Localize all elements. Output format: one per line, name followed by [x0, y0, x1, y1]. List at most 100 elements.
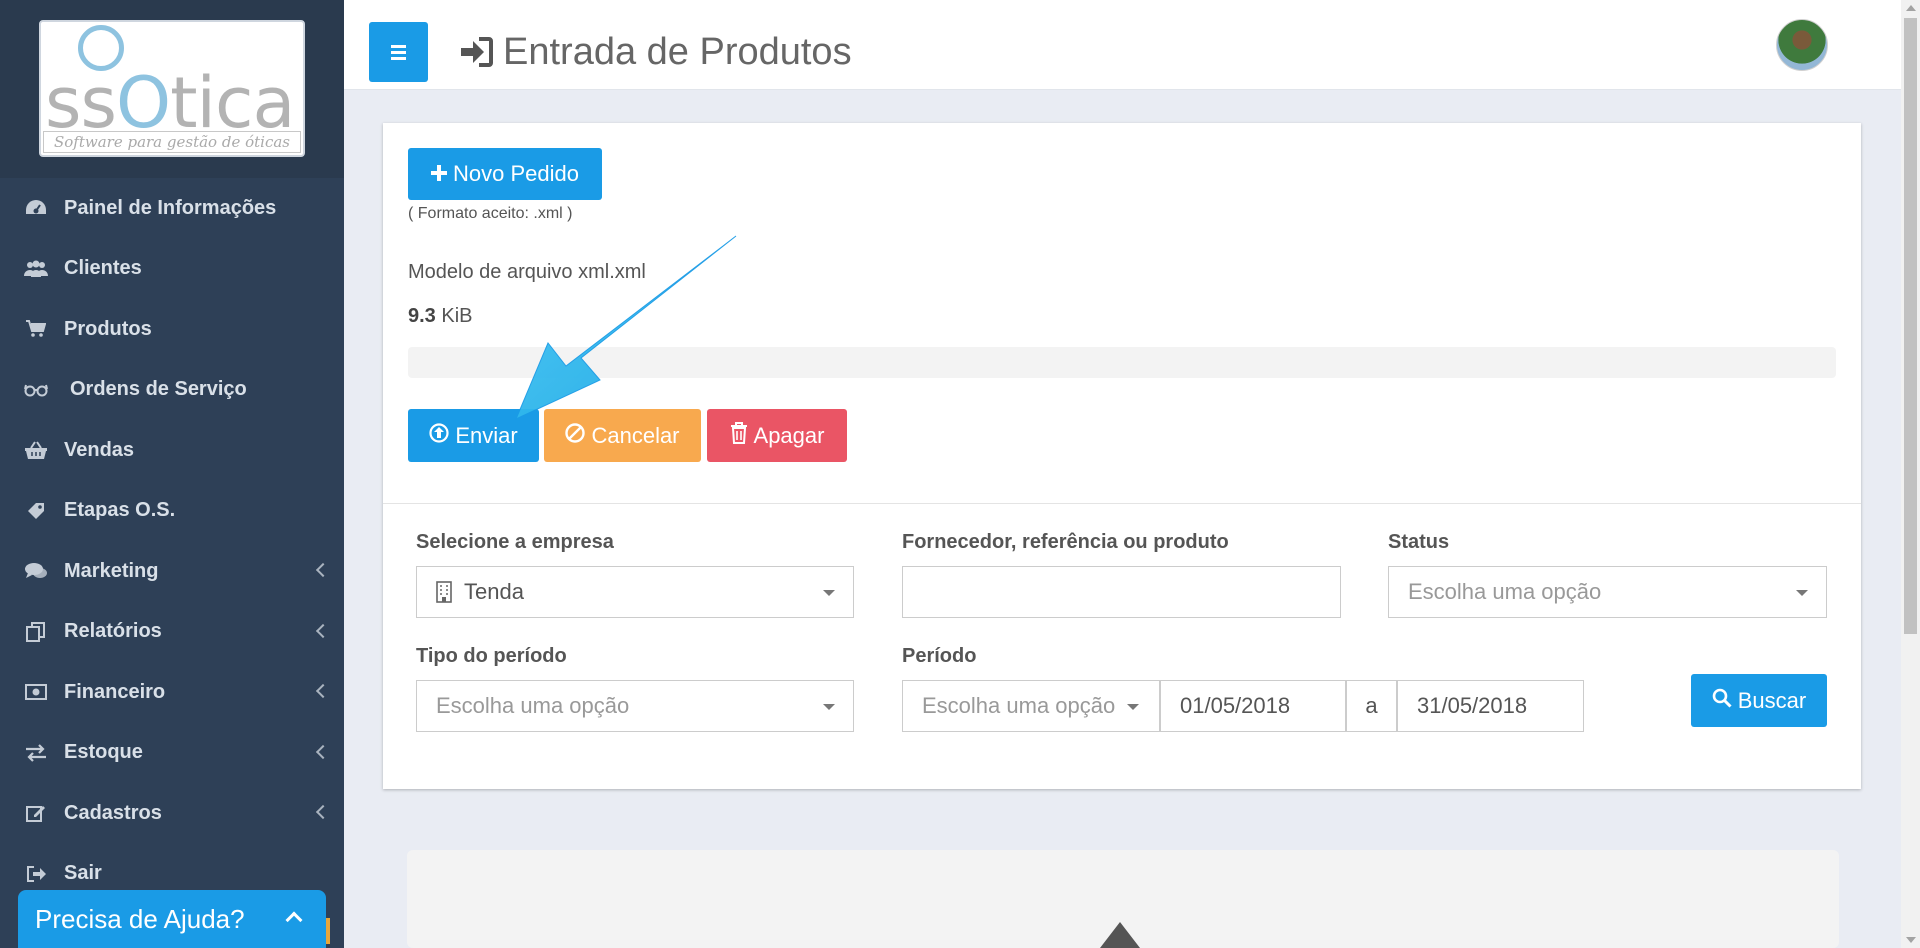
page-scrollbar[interactable]: [1901, 0, 1920, 948]
sidebar-item-relatorios[interactable]: Relatórios: [0, 602, 344, 663]
status-placeholder: Escolha uma opção: [1408, 579, 1602, 604]
sidebar-item-label: Clientes: [64, 257, 142, 280]
cart-icon: [24, 317, 48, 341]
dashboard-icon: [24, 196, 48, 220]
triangle-icon: [1100, 922, 1140, 948]
new-order-button[interactable]: Novo Pedido: [408, 148, 602, 200]
sidebar-item-label: Relatórios: [64, 620, 162, 643]
chevron-left-icon: [315, 684, 331, 699]
new-order-label: Novo Pedido: [453, 161, 579, 186]
sign-in-icon: [459, 37, 493, 67]
scroll-down-arrow[interactable]: [1906, 937, 1916, 943]
building-icon: [436, 581, 452, 603]
section-divider: [383, 503, 1861, 504]
sidebar-item-label: Sair: [64, 862, 102, 885]
comments-icon: [24, 559, 48, 583]
import-card: Novo Pedido ( Formato aceito: .xml ) Mod…: [383, 123, 1861, 789]
sidebar-item-label: Painel de Informações: [64, 196, 277, 219]
cancel-button[interactable]: Cancelar: [544, 409, 701, 462]
sidebar-item-marketing[interactable]: Marketing: [0, 541, 344, 602]
sidebar-item-label: Estoque: [64, 741, 143, 764]
top-bar: Entrada de Produtos: [344, 0, 1901, 90]
file-name: Modelo de arquivo xml.xml: [408, 261, 646, 283]
date-range-separator: a: [1346, 680, 1397, 732]
sidebar-item-label: Produtos: [64, 317, 152, 340]
status-select[interactable]: Escolha uma opção: [1388, 566, 1827, 618]
caret-down-icon: [1796, 590, 1808, 596]
date-from-value: 01/05/2018: [1180, 693, 1291, 718]
sidebar-item-estoque[interactable]: Estoque: [0, 723, 344, 784]
help-label: Precisa de Ajuda?: [35, 904, 245, 934]
sidebar-item-etapas[interactable]: Etapas O.S.: [0, 481, 344, 542]
menu-bar-icon: [391, 44, 406, 48]
period-type-placeholder: Escolha uma opção: [436, 693, 630, 718]
sign-out-icon: [24, 862, 48, 886]
money-icon: [24, 680, 48, 704]
company-select[interactable]: Tenda: [416, 566, 854, 618]
period-preset-select[interactable]: Escolha uma opção: [902, 680, 1160, 732]
format-note: ( Formato aceito: .xml ): [408, 205, 573, 222]
copy-icon: [24, 620, 48, 644]
sidebar-item-vendas[interactable]: Vendas: [0, 420, 344, 481]
sidebar-item-label: Vendas: [64, 438, 135, 461]
plus-icon: [431, 161, 447, 187]
menu-bar-icon: [391, 56, 406, 60]
date-from-input[interactable]: 01/05/2018: [1160, 680, 1346, 732]
tag-icon: [24, 499, 48, 523]
trash-icon: [730, 421, 748, 450]
app-logo[interactable]: ssOtica Software para gestão de óticas: [39, 20, 305, 157]
search-label: Buscar: [1737, 687, 1807, 713]
file-size: 9.3 KiB: [408, 305, 473, 328]
sidebar-item-painel[interactable]: Painel de Informações: [0, 178, 344, 239]
help-chat-button[interactable]: Precisa de Ajuda?: [18, 890, 326, 948]
page-title-text: Entrada de Produtos: [503, 30, 852, 73]
logo-tagline: Software para gestão de óticas: [43, 131, 301, 153]
date-to-input[interactable]: 31/05/2018: [1397, 680, 1584, 732]
upload-circle-icon: [429, 422, 449, 449]
caret-down-icon: [1127, 704, 1139, 710]
help-tab-accent: [326, 918, 330, 944]
delete-button[interactable]: Apagar: [707, 409, 847, 462]
glasses-icon: [24, 378, 48, 402]
status-label: Status: [1388, 531, 1450, 553]
sidebar-item-label: Cadastros: [64, 801, 162, 824]
period-label: Período: [902, 645, 977, 667]
logo-text: ssOtica: [45, 62, 295, 144]
edit-icon: [24, 801, 48, 825]
supplier-input[interactable]: [902, 566, 1341, 618]
period-placeholder: Escolha uma opção: [922, 693, 1116, 718]
sidebar-item-label: Marketing: [64, 559, 159, 582]
file-size-unit: KiB: [441, 305, 473, 327]
caret-down-icon: [823, 590, 835, 596]
chevron-left-icon: [315, 563, 331, 578]
supplier-label: Fornecedor, referência ou produto: [902, 531, 1229, 553]
sidebar-item-label: Etapas O.S.: [64, 499, 176, 522]
sidebar-item-label: Ordens de Serviço: [70, 378, 247, 401]
chevron-left-icon: [315, 623, 331, 638]
chevron-left-icon: [315, 805, 331, 820]
file-size-value: 9.3: [408, 305, 436, 327]
sidebar-item-financeiro[interactable]: Financeiro: [0, 662, 344, 723]
company-label: Selecione a empresa: [416, 531, 614, 553]
scroll-up-arrow[interactable]: [1906, 5, 1916, 11]
chevron-left-icon: [315, 744, 331, 759]
basket-icon: [24, 438, 48, 462]
ban-icon: [565, 422, 586, 449]
send-button[interactable]: Enviar: [408, 409, 539, 462]
scroll-thumb[interactable]: [1904, 18, 1917, 634]
user-avatar[interactable]: [1776, 19, 1828, 71]
period-type-select[interactable]: Escolha uma opção: [416, 680, 854, 732]
sidebar-item-cadastros[interactable]: Cadastros: [0, 783, 344, 844]
sidebar-item-clientes[interactable]: Clientes: [0, 239, 344, 300]
users-icon: [24, 257, 48, 281]
exchange-icon: [24, 741, 48, 765]
send-label: Enviar: [455, 422, 518, 448]
search-icon: [1712, 688, 1732, 714]
upload-progress-bar: [408, 347, 1836, 378]
cancel-label: Cancelar: [591, 422, 680, 448]
search-button[interactable]: Buscar: [1691, 674, 1827, 727]
menu-toggle-button[interactable]: [369, 22, 428, 82]
sidebar-item-ordens-servico[interactable]: Ordens de Serviço: [0, 360, 344, 421]
company-value: Tenda: [464, 579, 524, 604]
sidebar-item-produtos[interactable]: Produtos: [0, 299, 344, 360]
